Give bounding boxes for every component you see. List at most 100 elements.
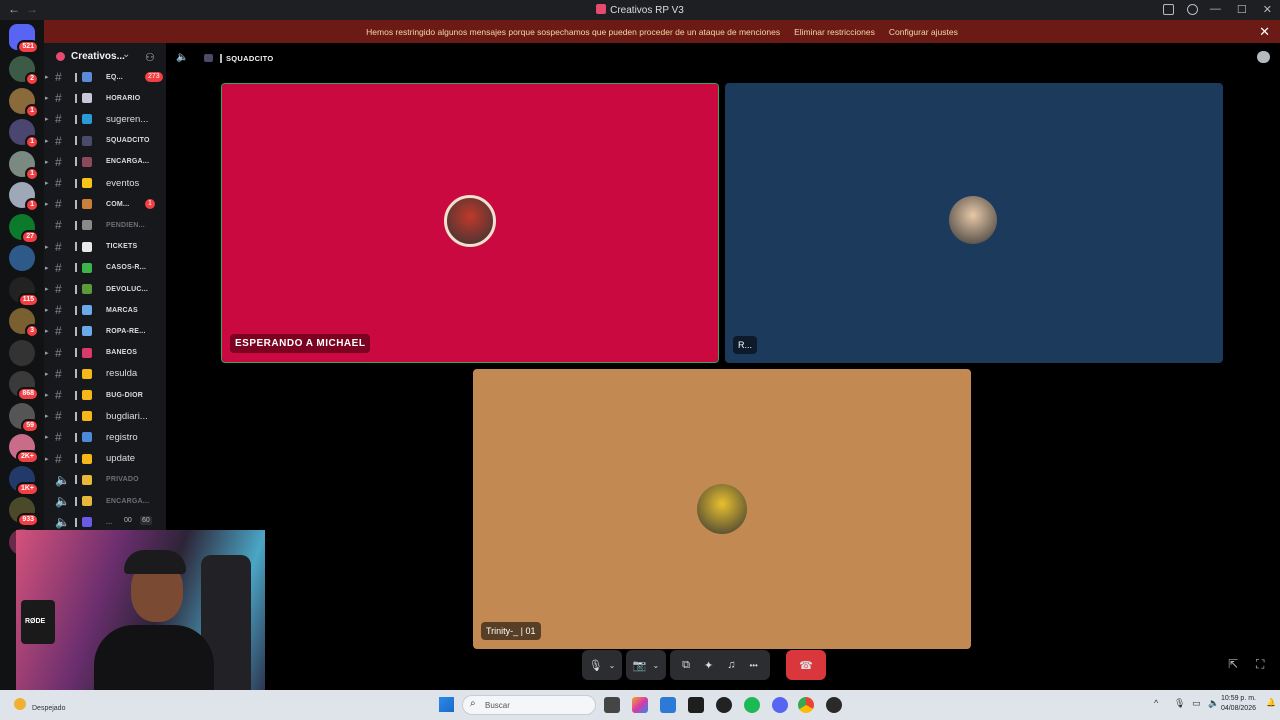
server-icon[interactable]	[9, 339, 35, 366]
server-icon[interactable]: 933	[9, 497, 39, 527]
activities-icon[interactable]: ✦	[704, 659, 713, 672]
start-windows-icon[interactable]	[439, 697, 454, 712]
server-icon[interactable]: 1	[9, 182, 39, 212]
channel-item[interactable]: ▸ # BANEOS	[44, 343, 166, 363]
server-icon[interactable]: 2K+	[9, 434, 39, 464]
inbox-icon[interactable]	[1163, 4, 1174, 15]
server-icon[interactable]: 2	[9, 56, 39, 86]
fullscreen-icon[interactable]: ⛶	[1256, 657, 1264, 672]
task-view-icon[interactable]	[604, 697, 620, 713]
copilot-icon[interactable]	[632, 697, 648, 713]
server-icon[interactable]: 1	[9, 119, 39, 149]
chrome-icon[interactable]	[798, 697, 814, 713]
channel-item[interactable]: ▸ # DEVOLUC...	[44, 279, 166, 299]
capcut-icon[interactable]	[688, 697, 704, 713]
remove-restrictions-link[interactable]: Eliminar restricciones	[794, 27, 875, 37]
channel-item[interactable]: ▸ # sugeren...	[44, 109, 166, 129]
chevron-right-icon[interactable]: ▸	[45, 327, 49, 335]
notification-icon[interactable]: 🔔	[1266, 698, 1276, 707]
chevron-right-icon[interactable]: ▸	[45, 94, 49, 102]
server-icon[interactable]: 1	[9, 150, 39, 181]
spotify-icon[interactable]	[744, 697, 760, 713]
hangup-button[interactable]: ☎	[786, 650, 826, 680]
chevron-down-icon[interactable]: ⌄	[609, 661, 616, 670]
channel-item[interactable]: ▸ # eventos	[44, 173, 166, 193]
server-icon[interactable]	[9, 245, 35, 271]
home-button[interactable]: 521	[9, 24, 39, 54]
add-member-icon[interactable]: ⚇	[145, 51, 155, 64]
channel-item[interactable]: ▸ # HORARIO	[44, 88, 166, 108]
app-icon[interactable]	[826, 697, 842, 713]
screen-share-icon[interactable]: ⧉	[682, 659, 690, 672]
minimize-button[interactable]: —	[1210, 3, 1221, 16]
server-icon[interactable]: 115	[9, 276, 39, 307]
server-badge: 868	[17, 387, 39, 401]
chevron-right-icon[interactable]: ▸	[45, 370, 49, 378]
server-icon[interactable]: 1K+	[9, 465, 39, 496]
channel-item[interactable]: ▸ # COM... 1	[44, 194, 166, 214]
microphone-button[interactable]: 🎙 ⌄	[582, 650, 622, 680]
chevron-right-icon[interactable]: ▸	[45, 264, 49, 272]
chevron-right-icon[interactable]: ▸	[45, 455, 49, 463]
chevron-right-icon[interactable]: ▸	[45, 243, 49, 251]
more-options-icon[interactable]: •••	[749, 661, 757, 670]
popout-icon[interactable]: ⇱	[1228, 657, 1238, 671]
discord-icon[interactable]	[772, 697, 788, 713]
camera-button[interactable]: 📷 ⌄	[626, 650, 666, 680]
channel-item[interactable]: ▸ # ROPA-RE...	[44, 321, 166, 341]
chevron-right-icon[interactable]: ▸	[45, 137, 49, 145]
app-icon[interactable]	[716, 697, 732, 713]
configure-settings-link[interactable]: Configurar ajustes	[889, 27, 958, 37]
channel-item[interactable]: ▸ # CASOS-R...	[44, 258, 166, 278]
chevron-right-icon[interactable]: ▸	[45, 200, 49, 208]
channel-item[interactable]: ▸ # MARCAS	[44, 300, 166, 320]
channel-item[interactable]: ▸ # SQUADCITO	[44, 131, 166, 151]
chevron-right-icon[interactable]: ▸	[45, 306, 49, 314]
chevron-right-icon[interactable]: ▸	[45, 158, 49, 166]
channel-name: COM...	[106, 200, 130, 208]
chevron-right-icon[interactable]: ▸	[45, 412, 49, 420]
chevron-right-icon[interactable]: ▸	[45, 433, 49, 441]
chevron-right-icon[interactable]: ▸	[45, 115, 49, 123]
maximize-button[interactable]: ☐	[1237, 3, 1247, 16]
server-icon[interactable]: 59	[9, 402, 39, 433]
chevron-right-icon[interactable]: ▸	[45, 179, 49, 187]
server-icon[interactable]: 1	[9, 87, 39, 118]
taskbar-search[interactable]: ⌕ Buscar	[462, 695, 596, 715]
store-icon[interactable]	[660, 697, 676, 713]
chevron-right-icon[interactable]: ▸	[45, 73, 49, 81]
chevron-down-icon[interactable]: ⌄	[653, 661, 660, 670]
channel-item[interactable]: ▸ # BUG-DIOR	[44, 385, 166, 405]
channel-item[interactable]: ▸ # ENCARGA...	[44, 152, 166, 172]
chat-icon[interactable]	[1257, 51, 1270, 63]
help-icon[interactable]	[1187, 4, 1198, 15]
channel-item[interactable]: ▸ # update	[44, 449, 166, 469]
server-icon[interactable]: 868	[9, 371, 39, 401]
participant-tile-2[interactable]: R...	[725, 83, 1223, 363]
server-icon[interactable]: 27	[9, 213, 39, 244]
participant-tile-1[interactable]: ESPERANDO A MICHAEL	[221, 83, 719, 363]
channel-item[interactable]: ▸ # EQ... 273	[44, 67, 166, 87]
clock[interactable]: 10:59 p. m. 04/08/2026	[1221, 694, 1256, 714]
chevron-right-icon[interactable]: ▸	[45, 285, 49, 293]
banner-close-icon[interactable]: ✕	[1259, 24, 1270, 40]
chevron-down-icon[interactable]: ⌄	[122, 49, 130, 60]
volume-icon[interactable]: 🔈	[1208, 698, 1219, 709]
channel-item[interactable]: ▸ # resulda	[44, 364, 166, 384]
network-icon[interactable]: ▭	[1192, 698, 1201, 709]
participant-tile-3[interactable]: Trinity-_ | 01	[473, 369, 971, 649]
mic-tray-icon[interactable]: 🎙	[1174, 698, 1185, 709]
chevron-right-icon[interactable]: ▸	[45, 349, 49, 357]
guild-name[interactable]: Creativos...	[71, 51, 125, 62]
channel-item[interactable]: ▸ # registro	[44, 427, 166, 447]
channel-item[interactable]: 🔈 PRIVADO	[44, 470, 166, 490]
close-window-button[interactable]: ✕	[1263, 3, 1272, 16]
server-icon[interactable]: 3	[9, 308, 39, 338]
channel-item[interactable]: 🔈 ENCARGA...	[44, 491, 166, 511]
channel-item[interactable]: ▸ # bugdiari...	[44, 406, 166, 426]
channel-item[interactable]: ▸ # TICKETS	[44, 237, 166, 257]
tray-chevron-icon[interactable]: ^	[1154, 698, 1158, 708]
channel-item[interactable]: # PENDIEN...	[44, 215, 166, 235]
soundboard-icon[interactable]: ♫	[727, 659, 735, 671]
chevron-right-icon[interactable]: ▸	[45, 391, 49, 399]
